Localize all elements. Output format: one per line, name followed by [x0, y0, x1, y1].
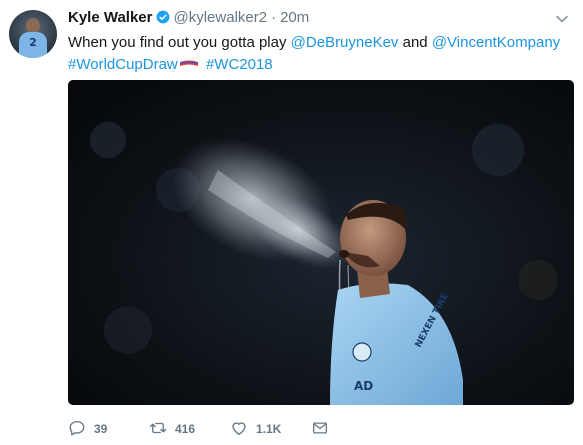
avatar[interactable]: 2: [9, 10, 57, 58]
like-count: 1.1K: [256, 422, 282, 436]
photo-scene: NEXEN TIRE AD: [90, 122, 558, 405]
chevron-down-icon[interactable]: [555, 12, 569, 26]
shirt-lower-text: AD: [354, 379, 373, 393]
avatar-shirt-number: 2: [29, 36, 37, 49]
author-name[interactable]: Kyle Walker: [68, 9, 153, 26]
header-separator: ·: [271, 9, 277, 26]
retweet-icon: [149, 419, 167, 440]
world-cup-flag-icon: [179, 53, 199, 66]
tweet-text-conjunction: and: [398, 34, 432, 51]
mention-link-debruyne[interactable]: @DeBruyneKev: [291, 34, 399, 51]
hashtag-link-worldcupdraw[interactable]: #WorldCupDraw: [68, 56, 178, 73]
reply-icon: [68, 419, 86, 440]
retweet-button[interactable]: 416: [149, 420, 195, 438]
tweet: 2 Kyle Walker @kylewalker2 · 20m When you f…: [0, 0, 583, 445]
hashtag-link-wc2018[interactable]: #WC2018: [206, 56, 273, 73]
tweet-text-prefix: When you find out you gotta play: [68, 34, 291, 51]
author-handle[interactable]: @kylewalker2: [174, 9, 268, 26]
tweet-header: Kyle Walker @kylewalker2 · 20m: [68, 9, 309, 29]
tweet-media-photo[interactable]: NEXEN TIRE AD: [68, 80, 574, 405]
mention-link-kompany[interactable]: @VincentKompany: [432, 34, 560, 51]
like-icon: [230, 419, 248, 440]
reply-count: 39: [94, 422, 108, 436]
verified-badge-icon: [156, 10, 170, 24]
direct-message-button[interactable]: [311, 420, 329, 438]
tweet-text: When you find out you gotta play @DeBruy…: [68, 32, 568, 75]
retweet-count: 416: [175, 422, 196, 436]
reply-button[interactable]: 39: [68, 420, 107, 438]
direct-message-icon: [311, 419, 329, 440]
like-button[interactable]: 1.1K: [230, 420, 281, 438]
tweet-timestamp[interactable]: 20m: [280, 9, 309, 26]
tweet-actions: 39 416 1.1K: [68, 420, 488, 440]
